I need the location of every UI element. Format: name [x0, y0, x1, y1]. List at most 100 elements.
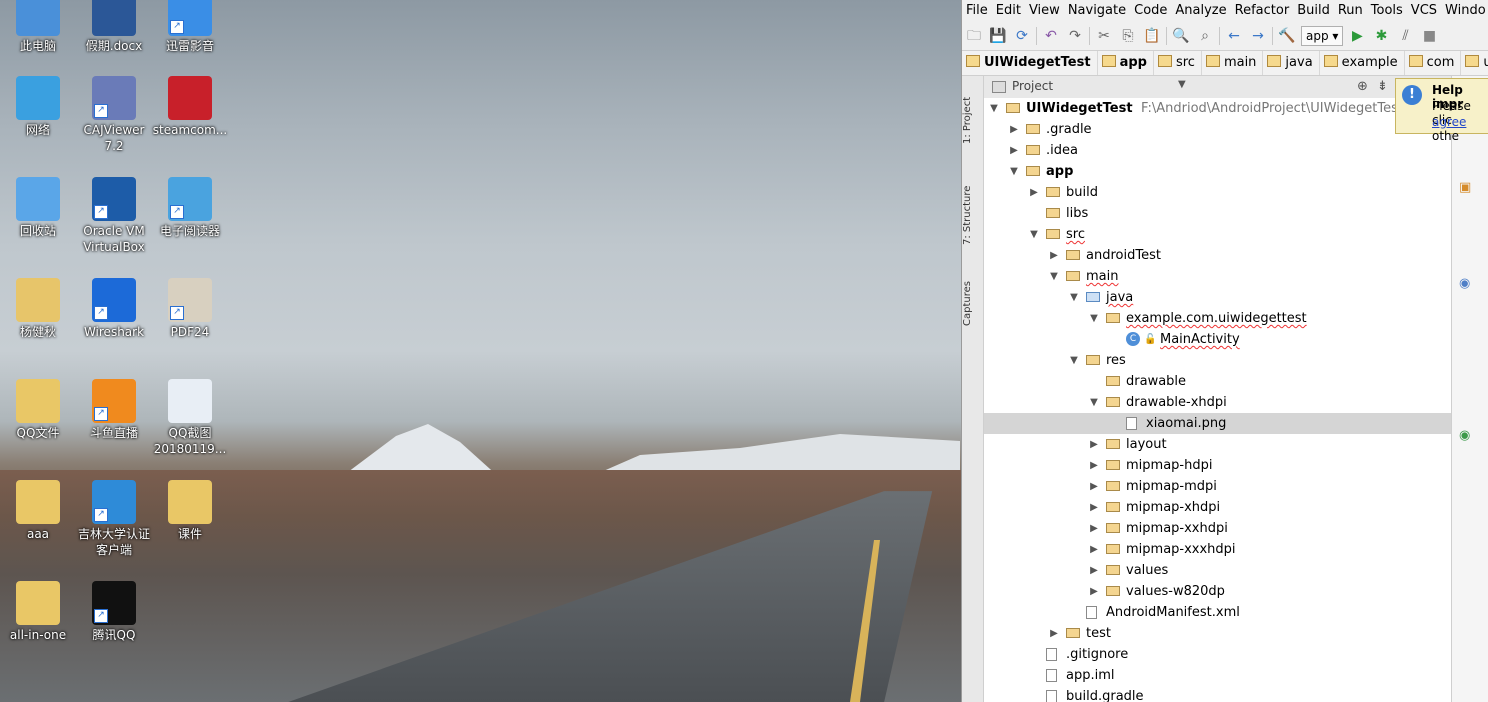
tree-node[interactable]: .gitignore — [984, 644, 1451, 665]
tree-node[interactable]: ▶ values-w820dp — [984, 581, 1451, 602]
desktop-icon[interactable]: 假期.docx — [76, 0, 152, 54]
tree-node[interactable]: ▶ androidTest — [984, 245, 1451, 266]
menu-item[interactable]: Run — [1334, 0, 1367, 20]
desktop-icon[interactable]: QQ截图 20180119... — [152, 379, 228, 457]
desktop-icon[interactable]: ↗ Oracle VM VirtualBox — [76, 177, 152, 255]
desktop-icon[interactable]: ↗ 腾讯QQ — [76, 581, 152, 643]
menu-item[interactable]: VCS — [1407, 0, 1441, 20]
agree-link[interactable]: agree — [1432, 115, 1466, 129]
menu-item[interactable]: Refactor — [1231, 0, 1294, 20]
chevron-right-icon[interactable]: ▶ — [1088, 476, 1100, 497]
redo-icon[interactable]: ↷ — [1065, 26, 1085, 46]
run-icon[interactable]: ▶ — [1347, 26, 1367, 46]
tree-node[interactable]: ▶ .gradle — [984, 119, 1451, 140]
chevron-right-icon[interactable]: ▶ — [1088, 539, 1100, 560]
chevron-right-icon[interactable]: ▶ — [1028, 182, 1040, 203]
tree-node[interactable]: ▼ UIWidegetTest F:\Andriod\AndroidProject\… — [984, 98, 1451, 119]
implement-marker-icon[interactable]: ◉ — [1459, 428, 1470, 443]
tree-node[interactable]: ▶ .idea — [984, 140, 1451, 161]
chevron-right-icon[interactable]: ▶ — [1008, 119, 1020, 140]
undo-icon[interactable]: ↶ — [1041, 26, 1061, 46]
tree-node[interactable]: ▼ java — [984, 287, 1451, 308]
replace-icon[interactable]: ⌕ — [1195, 26, 1215, 46]
menu-item[interactable]: Tools — [1367, 0, 1407, 20]
debug-icon[interactable]: ✱ — [1371, 26, 1391, 46]
chevron-down-icon[interactable]: ▼ — [988, 98, 1000, 119]
tree-node[interactable]: ▼ example.com.uiwidegettest — [984, 308, 1451, 329]
menu-item[interactable]: Code — [1130, 0, 1171, 20]
desktop-icon[interactable]: 网络 — [0, 76, 76, 138]
make-icon[interactable]: 🔨 — [1277, 26, 1297, 46]
tree-node[interactable]: app.iml — [984, 665, 1451, 686]
view-dropdown-arrow-icon[interactable]: ▼ — [1178, 79, 1186, 90]
save-icon[interactable]: 💾 — [988, 26, 1008, 46]
menu-item[interactable]: View — [1025, 0, 1064, 20]
tree-node[interactable]: ▶ mipmap-xxxhdpi — [984, 539, 1451, 560]
tree-node[interactable]: drawable — [984, 371, 1451, 392]
desktop-icon[interactable]: aaa — [0, 480, 76, 542]
stop-icon[interactable]: ■ — [1419, 26, 1439, 46]
paste-icon[interactable]: 📋 — [1142, 26, 1162, 46]
desktop-icon[interactable]: ↗ 吉林大学认证客户端 — [76, 480, 152, 558]
chevron-down-icon[interactable]: ▼ — [1028, 224, 1040, 245]
tab-project[interactable]: 1: Project — [962, 90, 983, 150]
desktop-icon[interactable]: QQ文件 — [0, 379, 76, 441]
desktop-icon[interactable]: ↗ 电子阅读器 — [152, 177, 228, 239]
chevron-down-icon[interactable]: ▼ — [1008, 161, 1020, 182]
menu-item[interactable]: Windo — [1441, 0, 1488, 20]
tree-node[interactable]: C MainActivity 🔓 — [984, 329, 1451, 350]
desktop-icon[interactable]: ↗ Wireshark — [76, 278, 152, 340]
breadcrumb-item[interactable]: UIWidegetTest — [962, 51, 1098, 75]
tree-node[interactable]: ▶ test — [984, 623, 1451, 644]
desktop-icon[interactable]: 此电脑 — [0, 0, 76, 54]
tree-node[interactable]: libs — [984, 203, 1451, 224]
profile-icon[interactable]: ⫽ — [1395, 26, 1415, 46]
back-icon[interactable]: ← — [1224, 26, 1244, 46]
tree-node[interactable]: ▶ mipmap-xxhdpi — [984, 518, 1451, 539]
gradle-sync-icon[interactable]: ▣ — [1459, 180, 1471, 195]
chevron-right-icon[interactable]: ▶ — [1088, 455, 1100, 476]
chevron-right-icon[interactable]: ▶ — [1088, 518, 1100, 539]
tree-node[interactable]: ▶ mipmap-mdpi — [984, 476, 1451, 497]
tree-node[interactable]: ▼ app — [984, 161, 1451, 182]
tree-node[interactable]: ▶ values — [984, 560, 1451, 581]
chevron-right-icon[interactable]: ▶ — [1008, 140, 1020, 161]
desktop-icon[interactable]: 回收站 — [0, 177, 76, 239]
menu-item[interactable]: Navigate — [1064, 0, 1130, 20]
desktop-icon[interactable]: 课件 — [152, 480, 228, 542]
desktop-icon[interactable]: ↗ 斗鱼直播 — [76, 379, 152, 441]
override-marker-icon[interactable]: ◉ — [1459, 276, 1470, 291]
tree-node[interactable]: ▶ mipmap-hdpi — [984, 455, 1451, 476]
tree-node[interactable]: ▶ mipmap-xhdpi — [984, 497, 1451, 518]
chevron-right-icon[interactable]: ▶ — [1048, 245, 1060, 266]
tree-node[interactable]: ▼ drawable-xhdpi — [984, 392, 1451, 413]
chevron-down-icon[interactable]: ▼ — [1048, 266, 1060, 287]
tree-node[interactable]: xiaomai.png — [984, 413, 1451, 434]
tree-node[interactable]: AndroidManifest.xml — [984, 602, 1451, 623]
desktop-icon[interactable]: steamcom... — [152, 76, 228, 138]
menu-item[interactable]: Edit — [992, 0, 1025, 20]
menu-item[interactable]: Analyze — [1171, 0, 1230, 20]
chevron-down-icon[interactable]: ▼ — [1068, 350, 1080, 371]
chevron-right-icon[interactable]: ▶ — [1088, 560, 1100, 581]
breadcrumb-item[interactable]: app — [1098, 51, 1154, 75]
menu-item[interactable]: Build — [1293, 0, 1334, 20]
desktop-icon[interactable]: ↗ 迅雷影音 — [152, 0, 228, 54]
copy-icon[interactable]: ⎘ — [1118, 26, 1138, 46]
breadcrumb-item[interactable]: main — [1202, 51, 1264, 75]
breadcrumb-item[interactable]: com — [1405, 51, 1462, 75]
tree-node[interactable]: ▼ main — [984, 266, 1451, 287]
desktop-icon[interactable]: 杨健秋 — [0, 278, 76, 340]
chevron-down-icon[interactable]: ▼ — [1088, 308, 1100, 329]
menu-item[interactable]: File — [962, 0, 992, 20]
chevron-down-icon[interactable]: ▼ — [1088, 392, 1100, 413]
run-configuration-select[interactable]: app ▾ — [1301, 26, 1344, 46]
breadcrumb-item[interactable]: src — [1154, 51, 1202, 75]
find-icon[interactable]: 🔍 — [1171, 26, 1191, 46]
breadcrumb-item[interactable]: example — [1320, 51, 1405, 75]
desktop-icon[interactable]: all-in-one — [0, 581, 76, 643]
chevron-right-icon[interactable]: ▶ — [1088, 434, 1100, 455]
tree-node[interactable]: ▶ build — [984, 182, 1451, 203]
breadcrumb-item[interactable]: uiw — [1461, 51, 1488, 75]
cut-icon[interactable]: ✂ — [1094, 26, 1114, 46]
